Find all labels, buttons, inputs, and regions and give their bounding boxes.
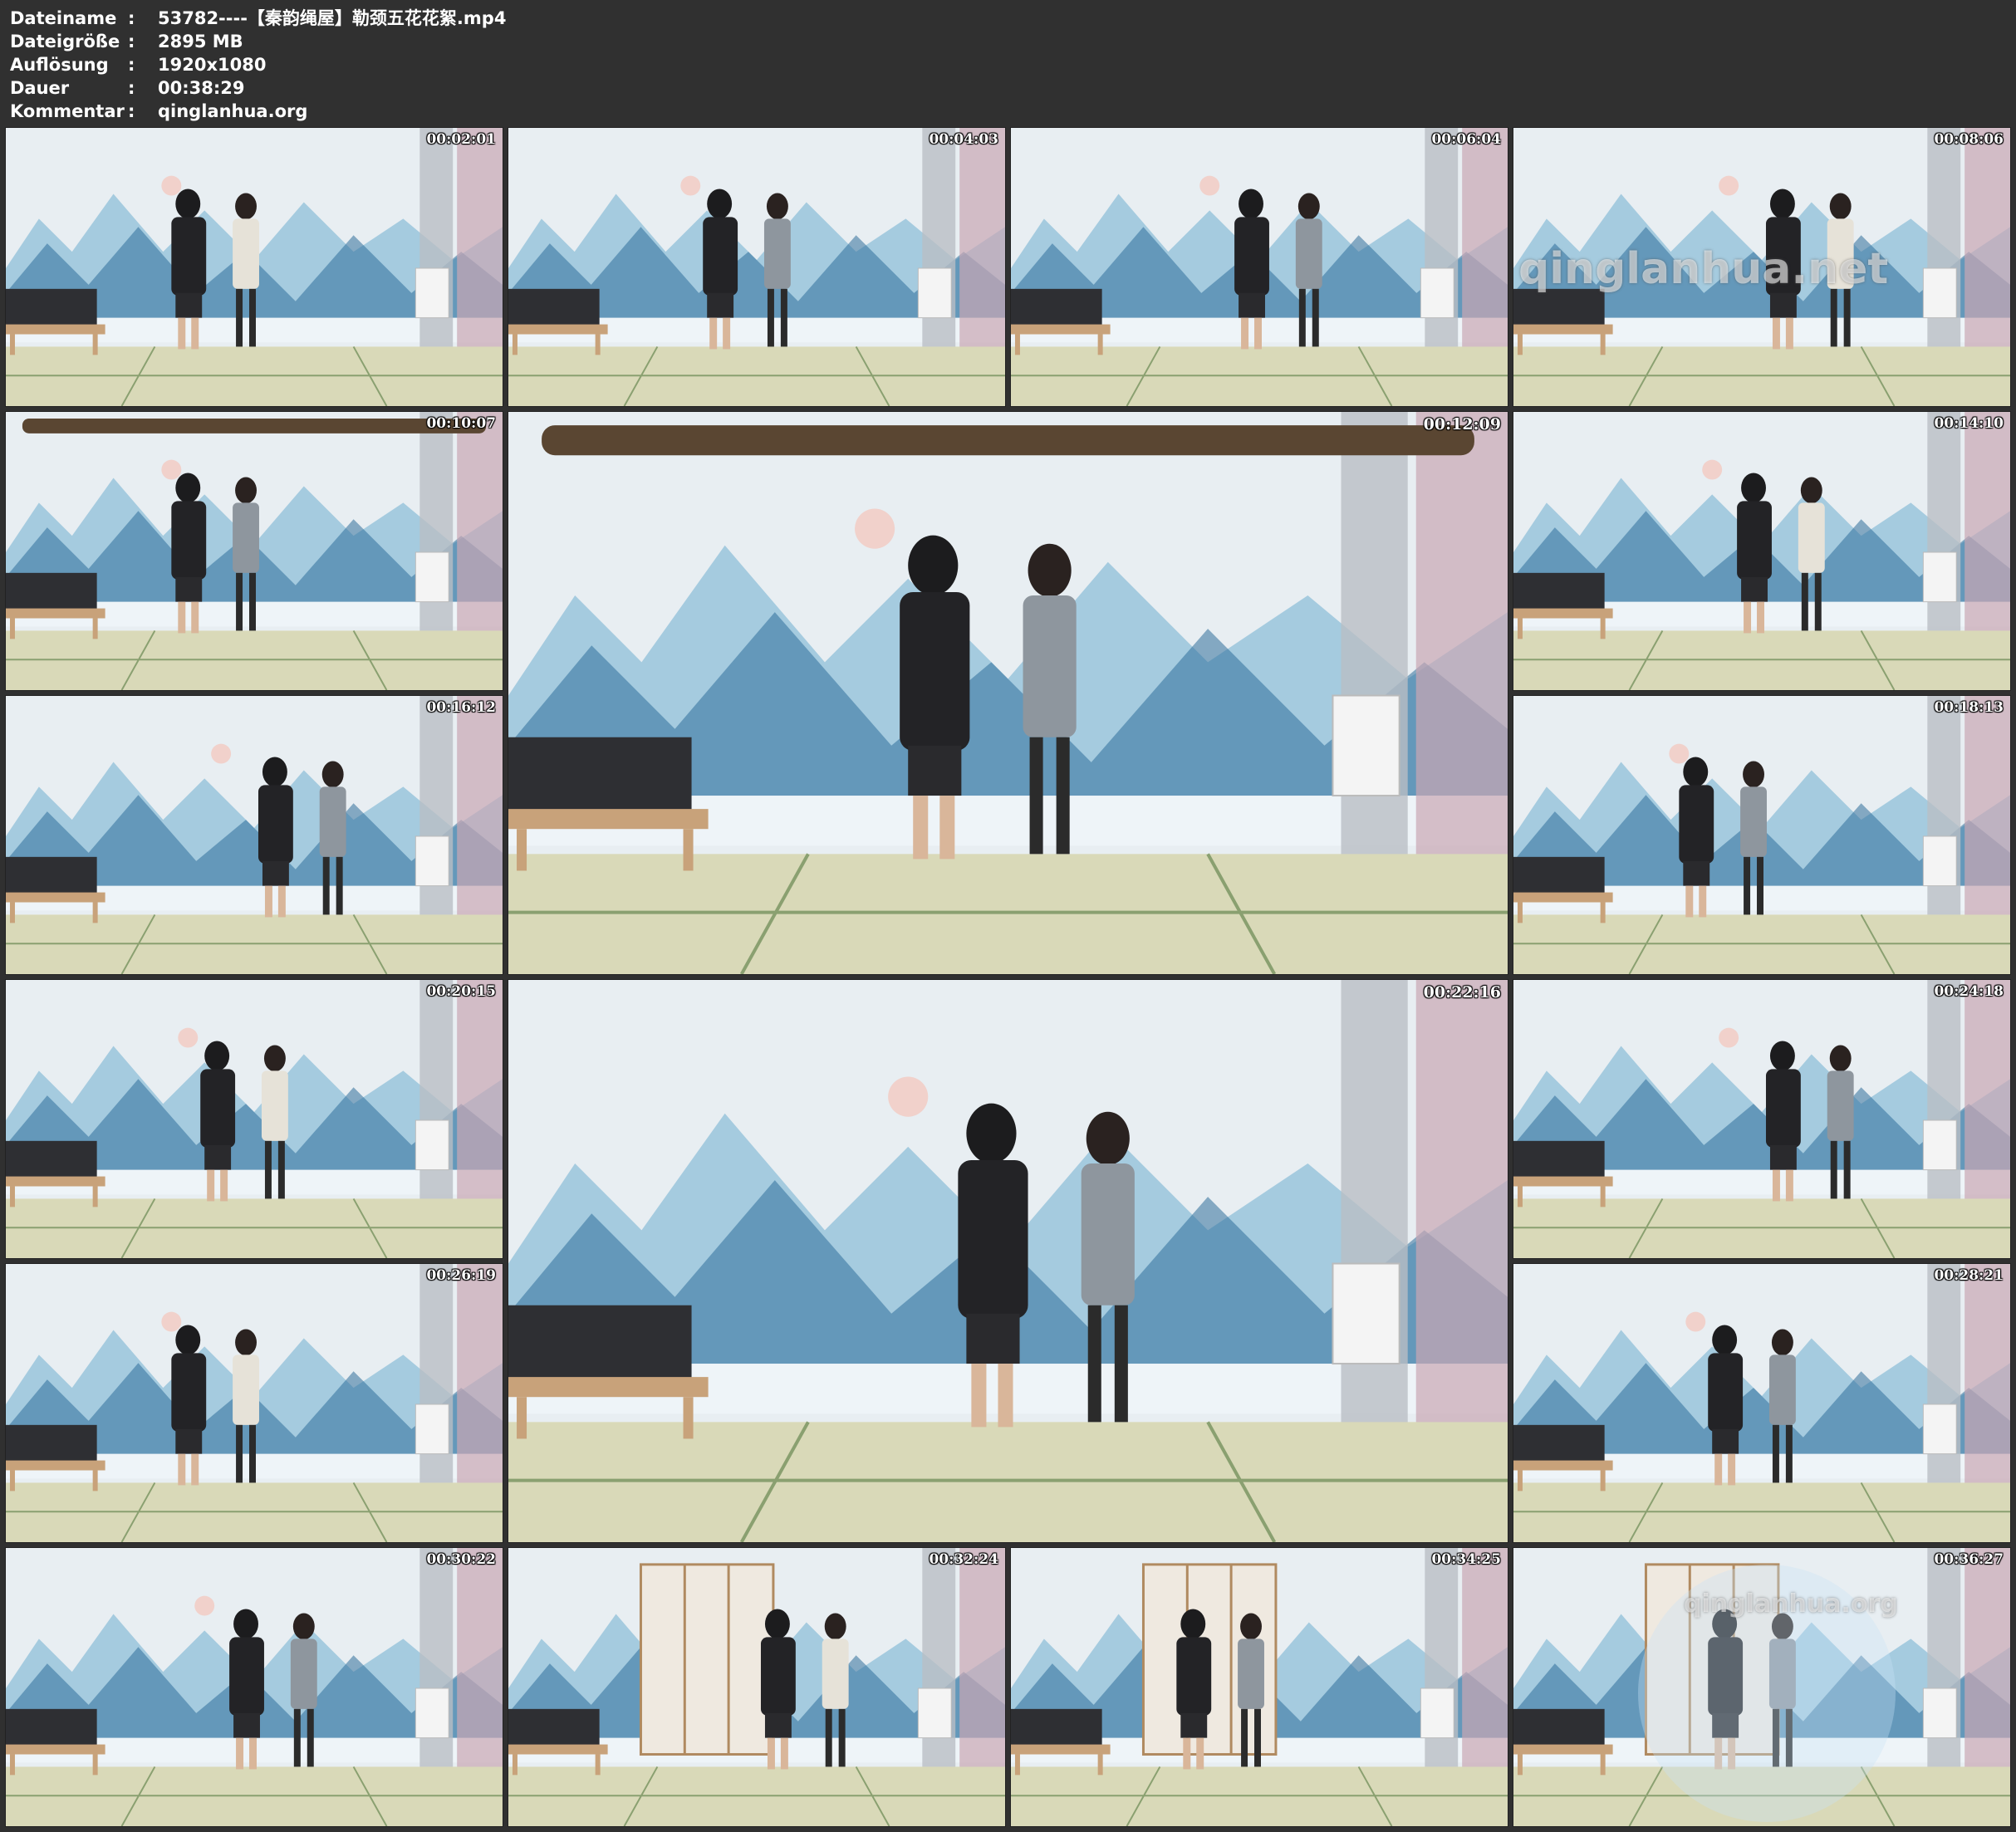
thumbnail-scene	[508, 412, 1508, 974]
thumbnail-timestamp: 00:22:16	[1423, 983, 1501, 1002]
thumbnail-timestamp: 00:32:24	[929, 1551, 998, 1568]
thumbnail-scene	[6, 980, 503, 1258]
thumbnail-timestamp: 00:12:09	[1423, 415, 1501, 434]
thumbnail-grid: 00:02:01 00:04:03 00:06:04 00:08:06 qinglanh…	[0, 0, 2016, 1832]
video-thumbnail: 00:18:13	[1513, 695, 2011, 975]
thumbnail-scene	[6, 696, 503, 974]
video-thumbnail: 00:04:03	[508, 127, 1006, 407]
video-thumbnail: 00:02:01	[5, 127, 503, 407]
thumbnail-timestamp: 00:36:27	[1934, 1551, 2004, 1568]
thumbnail-scene	[1513, 696, 2010, 974]
video-thumbnail: 00:10:07	[5, 411, 503, 691]
thumbnail-scene	[6, 128, 503, 406]
thumbnail-scene	[6, 1264, 503, 1542]
thumbnail-timestamp: 00:10:07	[426, 415, 496, 432]
thumbnail-scene	[1011, 128, 1508, 406]
video-thumbnail: 00:24:18	[1513, 979, 2011, 1259]
watermark-text: qinglanhua.net	[1518, 244, 1889, 294]
thumbnail-timestamp: 00:04:03	[929, 131, 998, 148]
thumbnail-timestamp: 00:16:12	[426, 699, 496, 716]
thumbnail-timestamp: 00:34:25	[1431, 1551, 1501, 1568]
thumbnail-timestamp: 00:08:06	[1934, 131, 2004, 148]
thumbnail-timestamp: 00:18:13	[1934, 699, 2004, 716]
thumbnail-scene	[6, 412, 503, 690]
video-thumbnail: 00:26:19	[5, 1263, 503, 1543]
thumbnail-scene	[1513, 1264, 2010, 1542]
thumbnail-scene	[1513, 412, 2010, 690]
thumbnail-timestamp: 00:28:21	[1934, 1267, 2004, 1284]
thumbnail-scene	[508, 128, 1005, 406]
thumbnail-scene	[6, 1548, 503, 1826]
video-thumbnail: 00:12:09	[508, 411, 1508, 975]
video-thumbnail: 00:34:25	[1010, 1547, 1508, 1827]
thumbnail-scene	[1513, 980, 2010, 1258]
video-thumbnail: 00:16:12	[5, 695, 503, 975]
thumbnail-timestamp: 00:24:18	[1934, 983, 2004, 1000]
thumbnail-timestamp: 00:14:10	[1934, 415, 2004, 432]
video-thumbnail: 00:06:04	[1010, 127, 1508, 407]
thumbnail-scene	[1011, 1548, 1508, 1826]
watermark-text: qinglanhua.org	[1684, 1590, 1898, 1619]
thumbnail-timestamp: 00:30:22	[426, 1551, 496, 1568]
video-thumbnail: 00:36:27 qinglanhua.org	[1513, 1547, 2011, 1827]
thumbnail-timestamp: 00:20:15	[426, 983, 496, 1000]
video-thumbnail: 00:30:22	[5, 1547, 503, 1827]
thumbnail-scene	[508, 1548, 1005, 1826]
video-thumbnail: 00:28:21	[1513, 1263, 2011, 1543]
video-thumbnail: 00:14:10	[1513, 411, 2011, 691]
thumbnail-timestamp: 00:02:01	[426, 131, 496, 148]
video-thumbnail: 00:20:15	[5, 979, 503, 1259]
thumbnail-timestamp: 00:06:04	[1431, 131, 1501, 148]
video-thumbnail: 00:32:24	[508, 1547, 1006, 1827]
video-thumbnail: 00:22:16	[508, 979, 1508, 1543]
thumbnail-scene	[508, 980, 1508, 1542]
thumbnail-timestamp: 00:26:19	[426, 1267, 496, 1284]
video-thumbnail: 00:08:06 qinglanhua.net	[1513, 127, 2011, 407]
